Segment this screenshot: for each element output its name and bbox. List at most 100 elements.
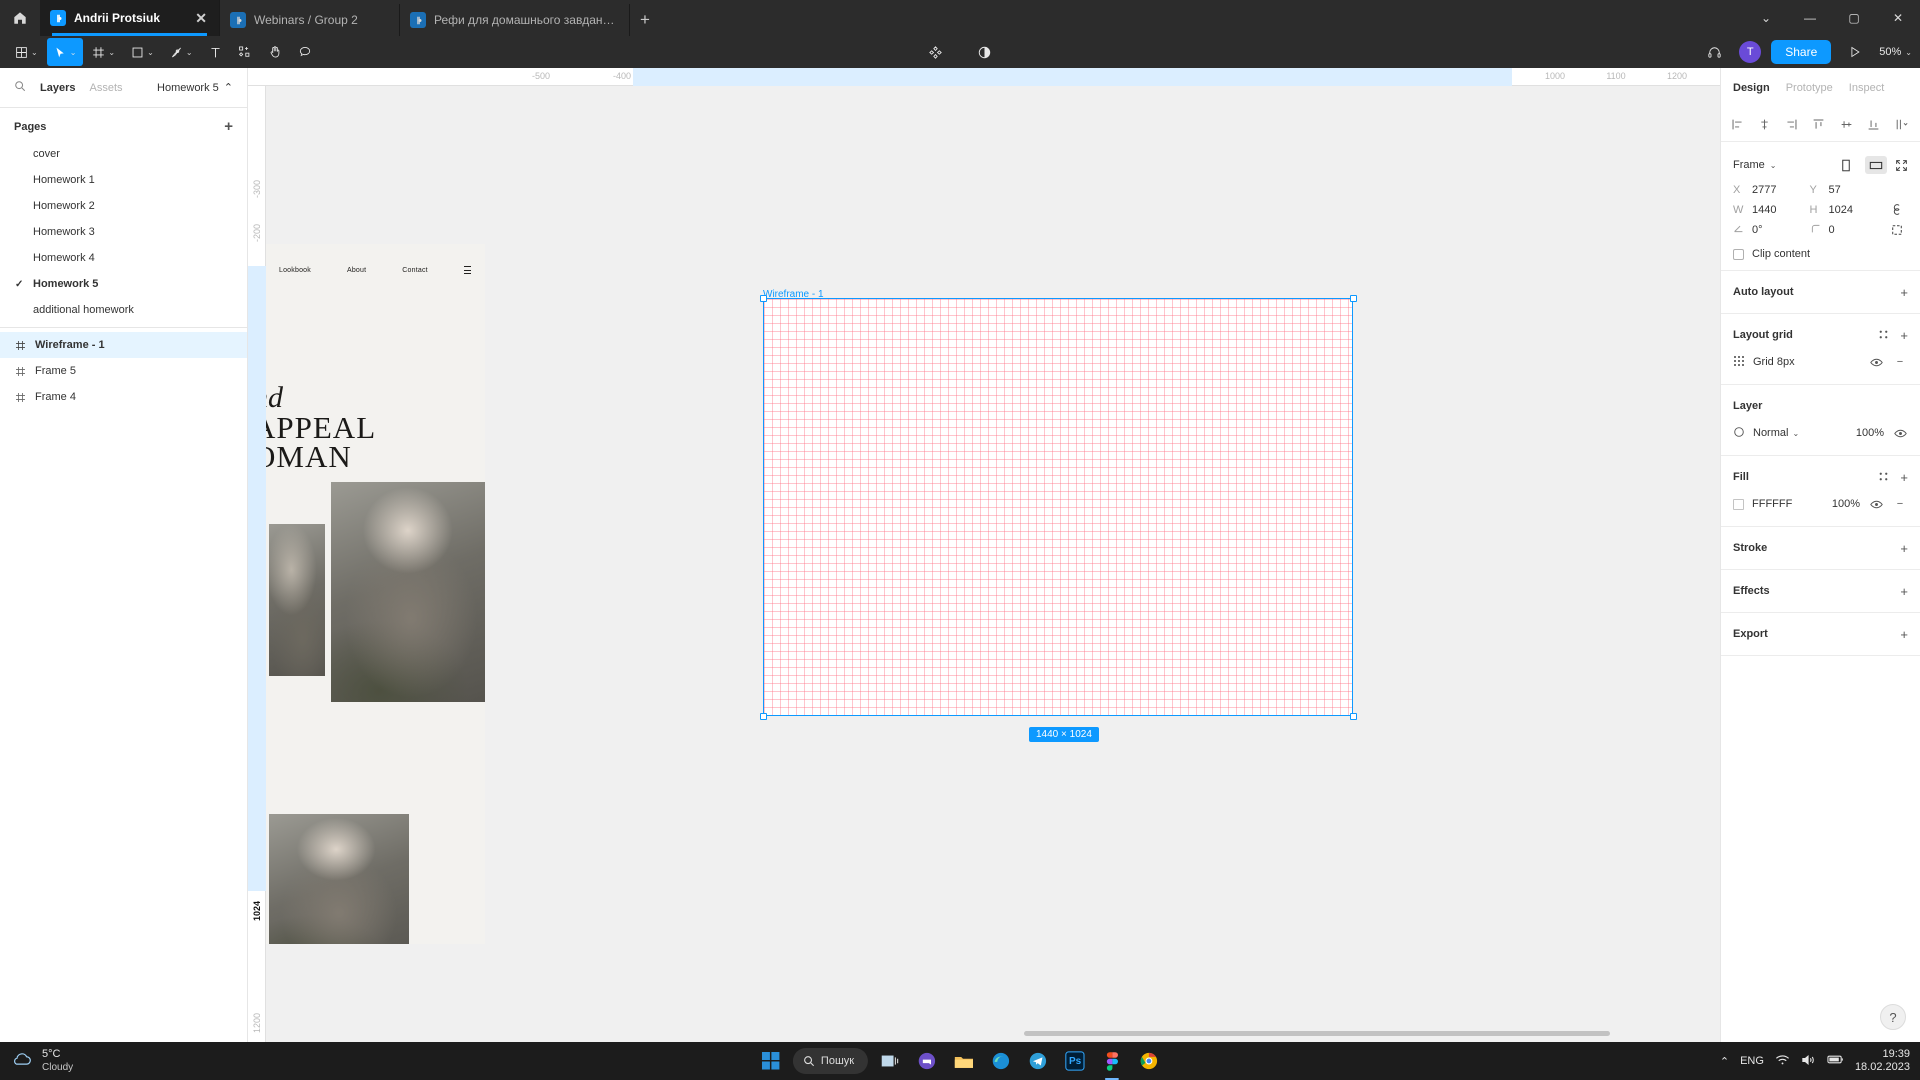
task-view-icon[interactable] xyxy=(875,1046,905,1076)
align-left-icon[interactable] xyxy=(1731,118,1744,131)
battery-icon[interactable] xyxy=(1827,1054,1844,1068)
height-field[interactable]: H 1024 xyxy=(1810,204,1887,216)
close-icon[interactable]: ✕ xyxy=(193,11,209,25)
x-position-field[interactable]: X 2777 xyxy=(1733,184,1810,196)
tab-layers[interactable]: Layers xyxy=(40,82,75,94)
independent-corners-icon[interactable] xyxy=(1886,224,1908,236)
portrait-orientation-icon[interactable] xyxy=(1835,156,1857,174)
page-item-homework-5[interactable]: ✓ Homework 5 xyxy=(0,271,247,297)
close-window-button[interactable]: ✕ xyxy=(1876,0,1920,36)
page-item-cover[interactable]: cover xyxy=(0,141,247,167)
grid-settings-icon[interactable] xyxy=(1878,329,1889,342)
remove-grid-button[interactable]: − xyxy=(1892,356,1908,368)
frame-type-selector[interactable]: Frame ⌄ xyxy=(1733,159,1776,171)
clock-widget[interactable]: 19:39 18.02.2023 xyxy=(1855,1048,1910,1073)
telegram-icon[interactable] xyxy=(1023,1046,1053,1076)
tab-refy-domashnoho-zavdannia[interactable]: Рефи для домашнього завдання ТОП10 xyxy=(400,4,630,36)
fill-hex-value[interactable]: FFFFFF xyxy=(1752,498,1812,510)
tray-chevron-up-icon[interactable]: ⌃ xyxy=(1720,1055,1729,1068)
maximize-button[interactable]: ▢ xyxy=(1832,0,1876,36)
constrain-proportions-icon[interactable] xyxy=(1886,203,1908,216)
components-tool-button[interactable] xyxy=(231,38,259,66)
align-horizontal-center-icon[interactable] xyxy=(1758,118,1771,131)
align-vertical-center-icon[interactable] xyxy=(1840,118,1853,131)
figma-menu-button[interactable]: ⌄ xyxy=(8,38,45,66)
resize-handle-top-left[interactable] xyxy=(760,295,767,302)
tab-design[interactable]: Design xyxy=(1733,82,1770,94)
page-item-homework-2[interactable]: Homework 2 xyxy=(0,193,247,219)
comment-tool-button[interactable] xyxy=(291,38,319,66)
figma-app-icon[interactable] xyxy=(1097,1046,1127,1080)
present-play-icon[interactable] xyxy=(1841,38,1869,66)
eye-icon[interactable] xyxy=(1868,357,1884,368)
file-explorer-icon[interactable] xyxy=(949,1046,979,1076)
hand-tool-button[interactable] xyxy=(261,38,289,66)
headphones-icon[interactable] xyxy=(1700,38,1729,66)
layer-item-frame-4[interactable]: Frame 4 xyxy=(0,384,247,410)
canvas-area[interactable]: -500 -400 -300 -200 0 100 200 300 400 50… xyxy=(248,68,1720,1042)
distribute-menu-icon[interactable] xyxy=(1894,118,1910,131)
rotation-field[interactable]: 0° xyxy=(1733,223,1810,237)
move-tool-button[interactable]: ⌄ xyxy=(46,38,84,66)
minimize-button[interactable]: — xyxy=(1788,0,1832,36)
align-right-icon[interactable] xyxy=(1785,118,1798,131)
remove-fill-button[interactable]: − xyxy=(1892,498,1908,510)
align-bottom-icon[interactable] xyxy=(1867,118,1880,131)
chat-teams-icon[interactable] xyxy=(912,1046,942,1076)
tab-inspect[interactable]: Inspect xyxy=(1849,82,1884,94)
volume-icon[interactable] xyxy=(1801,1054,1816,1069)
corner-radius-field[interactable]: 0 xyxy=(1810,223,1887,237)
page-item-homework-4[interactable]: Homework 4 xyxy=(0,245,247,271)
new-tab-button[interactable]: + xyxy=(630,4,660,36)
layer-opacity-value[interactable]: 100% xyxy=(1844,427,1884,439)
weather-widget[interactable]: 5°C Cloudy xyxy=(10,1048,73,1073)
frame-tool-button[interactable]: ⌄ xyxy=(85,38,122,66)
layer-item-wireframe-1[interactable]: Wireframe - 1 xyxy=(0,332,247,358)
design-frame-preview[interactable]: Lookbook About Contact nd APPEAL OMAN xyxy=(266,244,485,944)
add-layout-grid-button[interactable]: + xyxy=(1900,329,1908,342)
clip-content-checkbox[interactable] xyxy=(1733,248,1744,260)
landscape-orientation-icon[interactable] xyxy=(1865,156,1887,174)
page-item-homework-1[interactable]: Homework 1 xyxy=(0,167,247,193)
fill-settings-icon[interactable] xyxy=(1878,471,1889,484)
tab-assets[interactable]: Assets xyxy=(89,82,122,94)
language-indicator[interactable]: ENG xyxy=(1740,1055,1764,1067)
add-effect-button[interactable]: + xyxy=(1900,585,1908,598)
width-field[interactable]: W 1440 xyxy=(1733,204,1810,216)
add-stroke-button[interactable]: + xyxy=(1900,542,1908,555)
resize-handle-top-right[interactable] xyxy=(1350,295,1357,302)
chrome-browser-icon[interactable] xyxy=(1134,1046,1164,1076)
tab-andrii-protsiuk[interactable]: Andrii Protsiuk ✕ xyxy=(40,0,220,36)
tab-webinars-group-2[interactable]: Webinars / Group 2 xyxy=(220,4,400,36)
plugins-icon[interactable] xyxy=(921,38,950,66)
chevron-down-icon[interactable]: ⌄ xyxy=(1744,0,1788,36)
zoom-level-selector[interactable]: 50% ⌄ xyxy=(1879,46,1912,58)
fit-to-content-icon[interactable] xyxy=(1895,159,1908,172)
help-button[interactable]: ? xyxy=(1880,1004,1906,1030)
add-fill-button[interactable]: + xyxy=(1900,471,1908,484)
share-button[interactable]: Share xyxy=(1771,40,1832,64)
page-picker[interactable]: Homework 5 ⌃ xyxy=(157,81,233,95)
home-button[interactable] xyxy=(0,0,40,36)
canvas-stage[interactable]: Lookbook About Contact nd APPEAL OMAN xyxy=(266,86,1720,1042)
add-page-button[interactable]: + xyxy=(224,118,233,135)
text-tool-button[interactable] xyxy=(202,38,229,66)
fill-color-swatch[interactable] xyxy=(1733,498,1744,510)
clip-content-row[interactable]: Clip content xyxy=(1733,248,1908,260)
add-auto-layout-button[interactable]: + xyxy=(1900,286,1908,299)
layer-item-frame-5[interactable]: Frame 5 xyxy=(0,358,247,384)
resize-handle-bottom-right[interactable] xyxy=(1350,713,1357,720)
fill-opacity-value[interactable]: 100% xyxy=(1820,498,1860,510)
theme-toggle-icon[interactable] xyxy=(970,38,999,66)
align-top-icon[interactable] xyxy=(1812,118,1825,131)
eye-icon[interactable] xyxy=(1892,428,1908,439)
pen-tool-button[interactable]: ⌄ xyxy=(163,38,200,66)
start-windows-icon[interactable] xyxy=(756,1046,786,1076)
page-item-additional-homework[interactable]: additional homework xyxy=(0,297,247,323)
resize-handle-bottom-left[interactable] xyxy=(760,713,767,720)
blend-mode-selector[interactable]: Normal ⌄ xyxy=(1753,427,1836,439)
wifi-icon[interactable] xyxy=(1775,1054,1790,1069)
add-export-button[interactable]: + xyxy=(1900,628,1908,641)
photoshop-icon[interactable]: Ps xyxy=(1060,1046,1090,1076)
edge-browser-icon[interactable] xyxy=(986,1046,1016,1076)
